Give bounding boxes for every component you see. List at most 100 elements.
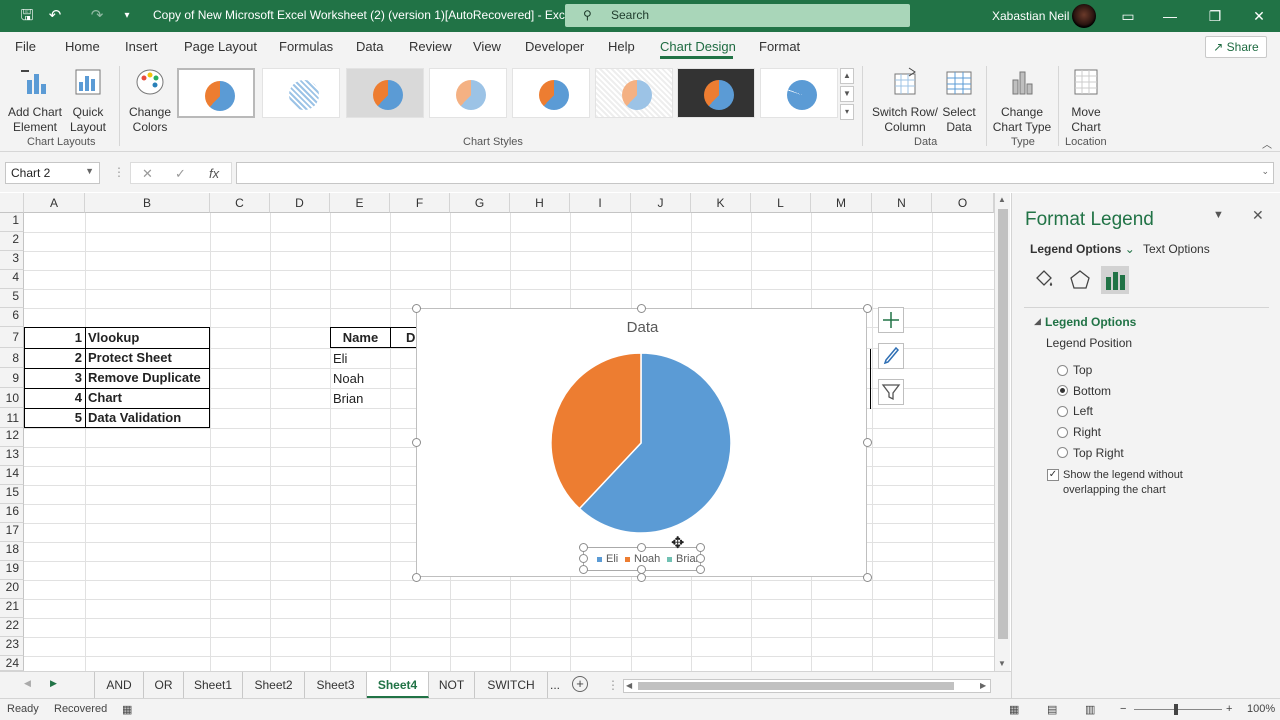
column-header[interactable]: H (510, 193, 570, 213)
column-header[interactable]: E (330, 193, 390, 213)
resize-handle[interactable] (637, 304, 646, 313)
chart-styles-button[interactable] (878, 343, 904, 369)
zoom-slider-thumb[interactable] (1174, 704, 1178, 715)
column-header[interactable]: K (691, 193, 751, 213)
tab-chart-design[interactable]: Chart Design (660, 39, 736, 54)
column-header[interactable]: N (872, 193, 932, 213)
row-header[interactable]: 8 (0, 348, 24, 368)
scroll-right-icon[interactable]: ▶ (980, 681, 986, 690)
chart-style-2[interactable] (262, 68, 340, 118)
row-header[interactable]: 12 (0, 428, 24, 447)
row-header[interactable]: 11 (0, 408, 24, 428)
gallery-down-icon[interactable]: ▼ (840, 86, 854, 102)
row-header[interactable]: 9 (0, 368, 24, 388)
table-header-name[interactable]: Name (331, 328, 390, 348)
column-header[interactable]: G (450, 193, 510, 213)
close-icon[interactable]: ✕ (1247, 6, 1271, 26)
quick-layout-button[interactable]: Quick Layout (63, 66, 113, 135)
tab-text-options[interactable]: Text Options (1143, 242, 1210, 256)
tab-page-layout[interactable]: Page Layout (184, 39, 257, 54)
vertical-scrollbar[interactable]: ▲ ▼ (994, 193, 1010, 671)
resize-handle[interactable] (637, 573, 646, 582)
row-header[interactable]: 6 (0, 308, 24, 327)
horizontal-scrollbar[interactable]: ◀ ▶ (623, 679, 991, 693)
tab-view[interactable]: View (473, 39, 501, 54)
page-break-view-icon[interactable]: ▥ (1085, 703, 1095, 716)
fx-icon[interactable]: fx (209, 166, 219, 181)
chevron-down-icon[interactable]: ▼ (85, 166, 94, 176)
close-pane-icon[interactable]: ✕ (1252, 207, 1264, 224)
row-header[interactable]: 22 (0, 618, 24, 637)
collapse-ribbon-icon[interactable]: ︿ (1262, 136, 1272, 151)
share-button[interactable]: ↗ Share (1205, 36, 1267, 58)
resize-handle[interactable] (863, 438, 872, 447)
zoom-level[interactable]: 100% (1247, 703, 1275, 715)
resize-handle[interactable] (412, 304, 421, 313)
radio-bottom[interactable] (1057, 385, 1068, 396)
section-legend-options[interactable]: Legend Options (1045, 315, 1136, 329)
column-header[interactable]: L (751, 193, 811, 213)
legend-handle[interactable] (696, 543, 705, 552)
tab-file[interactable]: File (15, 39, 36, 54)
row-header[interactable]: 20 (0, 580, 24, 599)
radio-top[interactable] (1057, 365, 1068, 376)
list-item[interactable]: Vlookup (88, 328, 208, 348)
row-header[interactable]: 23 (0, 637, 24, 656)
row-header[interactable]: 10 (0, 388, 24, 408)
normal-view-icon[interactable]: ▦ (1009, 703, 1019, 716)
scroll-thumb[interactable] (638, 682, 954, 690)
row-header[interactable]: 17 (0, 523, 24, 542)
row-header[interactable]: 21 (0, 599, 24, 618)
scroll-tabs-right-icon[interactable]: ▶ (50, 678, 57, 689)
customize-quick-access-icon[interactable]: ▾ (116, 6, 138, 26)
table-cell[interactable]: Brian (333, 389, 388, 409)
tab-developer[interactable]: Developer (525, 39, 584, 54)
row-header[interactable]: 5 (0, 289, 24, 308)
scroll-left-icon[interactable]: ◀ (626, 681, 632, 690)
column-header[interactable]: I (570, 193, 631, 213)
list-number[interactable]: 2 (26, 348, 82, 368)
chart-style-3[interactable] (346, 68, 424, 118)
sheet-tab-or[interactable]: OR (144, 672, 184, 698)
radio-top-right[interactable] (1057, 447, 1068, 458)
radio-label-top-right[interactable]: Top Right (1073, 446, 1124, 460)
list-item[interactable]: Remove Duplicate (88, 368, 208, 388)
list-item[interactable]: Data Validation (88, 408, 208, 428)
pane-options-icon[interactable]: ▼ (1213, 209, 1224, 221)
row-header[interactable]: 1 (0, 213, 24, 232)
list-number[interactable]: 3 (26, 368, 82, 388)
row-header[interactable]: 2 (0, 232, 24, 251)
chart-elements-button[interactable] (878, 307, 904, 333)
fill-line-icon[interactable] (1029, 266, 1057, 294)
save-icon[interactable]: 🖫 (16, 6, 38, 26)
tab-review[interactable]: Review (409, 39, 452, 54)
tab-data[interactable]: Data (356, 39, 383, 54)
table-cell[interactable]: Eli (333, 349, 388, 369)
zoom-in-icon[interactable]: + (1226, 703, 1232, 715)
overlap-checkbox-label[interactable]: Show the legend without overlapping the … (1063, 468, 1213, 498)
tab-home[interactable]: Home (65, 39, 100, 54)
minimize-icon[interactable]: — (1158, 6, 1182, 26)
divider-handle-icon[interactable]: ⋮ (607, 678, 619, 692)
legend-handle[interactable] (579, 543, 588, 552)
resize-handle[interactable] (412, 573, 421, 582)
enter-icon[interactable]: ✓ (175, 166, 186, 182)
row-header[interactable]: 16 (0, 504, 24, 523)
pie-chart[interactable]: Data Eli Noah Brian ✥ (412, 304, 872, 582)
row-header[interactable]: 18 (0, 542, 24, 561)
search-box[interactable]: ⚲ Search (565, 4, 910, 27)
tab-help[interactable]: Help (608, 39, 635, 54)
gallery-up-icon[interactable]: ▲ (840, 68, 854, 84)
radio-label-top[interactable]: Top (1073, 363, 1092, 377)
radio-label-left[interactable]: Left (1073, 404, 1093, 418)
table-cell[interactable]: Noah (333, 369, 388, 389)
redo-icon[interactable]: ↷ (86, 6, 108, 26)
radio-left[interactable] (1057, 406, 1068, 417)
row-header[interactable]: 19 (0, 561, 24, 580)
chart-style-6[interactable] (595, 68, 673, 118)
formula-input[interactable]: ⌄ (236, 162, 1274, 184)
select-data-button[interactable]: Select Data (938, 66, 980, 135)
row-header[interactable]: 14 (0, 466, 24, 485)
avatar[interactable] (1072, 4, 1096, 28)
list-number[interactable]: 1 (26, 328, 82, 348)
